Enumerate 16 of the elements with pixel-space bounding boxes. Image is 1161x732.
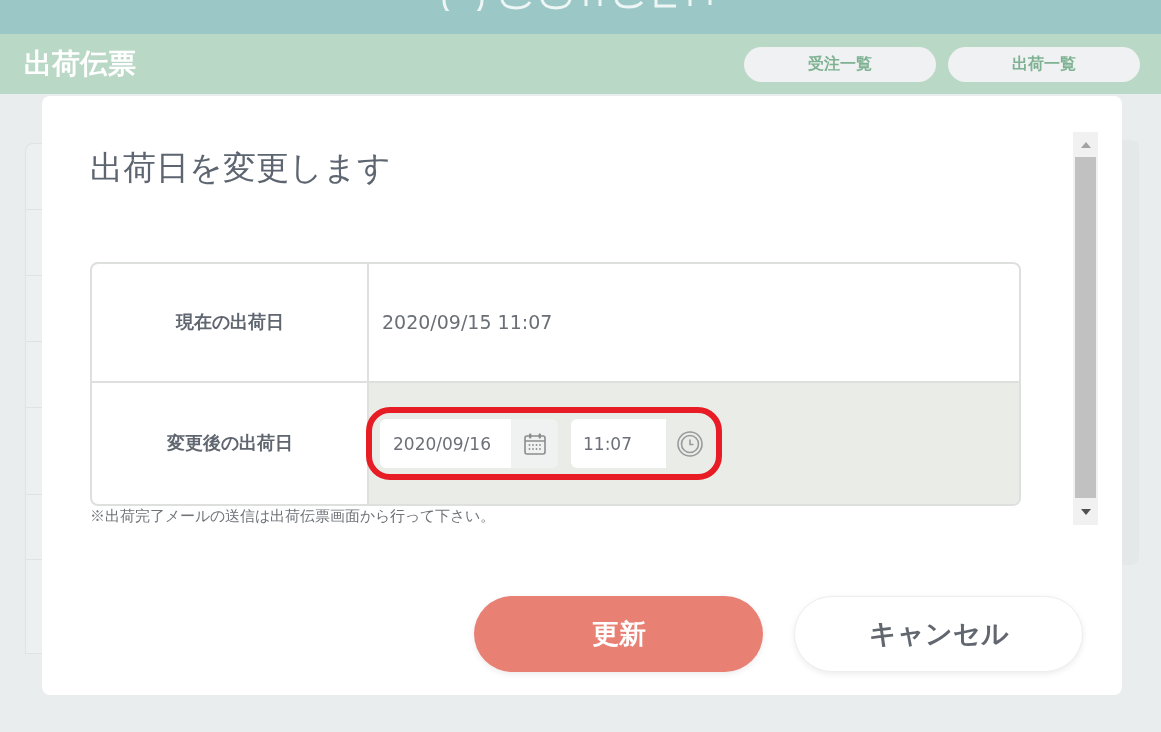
date-input[interactable]: 2020/09/16 bbox=[380, 419, 511, 468]
cancel-button[interactable]: キャンセル bbox=[794, 596, 1083, 672]
update-button[interactable]: 更新 bbox=[474, 596, 763, 672]
time-input[interactable]: 11:07 bbox=[571, 419, 666, 468]
scrollbar[interactable] bbox=[1073, 132, 1098, 525]
page-title: 出荷伝票 bbox=[24, 47, 136, 81]
calendar-button[interactable] bbox=[511, 419, 558, 468]
note-text: ※出荷完了メールの送信は出荷伝票画面から行って下さい。 bbox=[90, 507, 495, 526]
row-label: 現在の出荷日 bbox=[92, 264, 369, 381]
dialog-title: 出荷日を変更します bbox=[90, 148, 391, 188]
calendar-icon bbox=[522, 431, 547, 456]
scroll-down-arrow-icon[interactable] bbox=[1080, 508, 1091, 515]
clock-icon[interactable] bbox=[677, 430, 703, 457]
scrollbar-thumb[interactable] bbox=[1075, 157, 1096, 498]
current-date-text: 2020/09/15 11:07 bbox=[382, 310, 553, 336]
scroll-up-arrow-icon[interactable] bbox=[1080, 141, 1091, 148]
